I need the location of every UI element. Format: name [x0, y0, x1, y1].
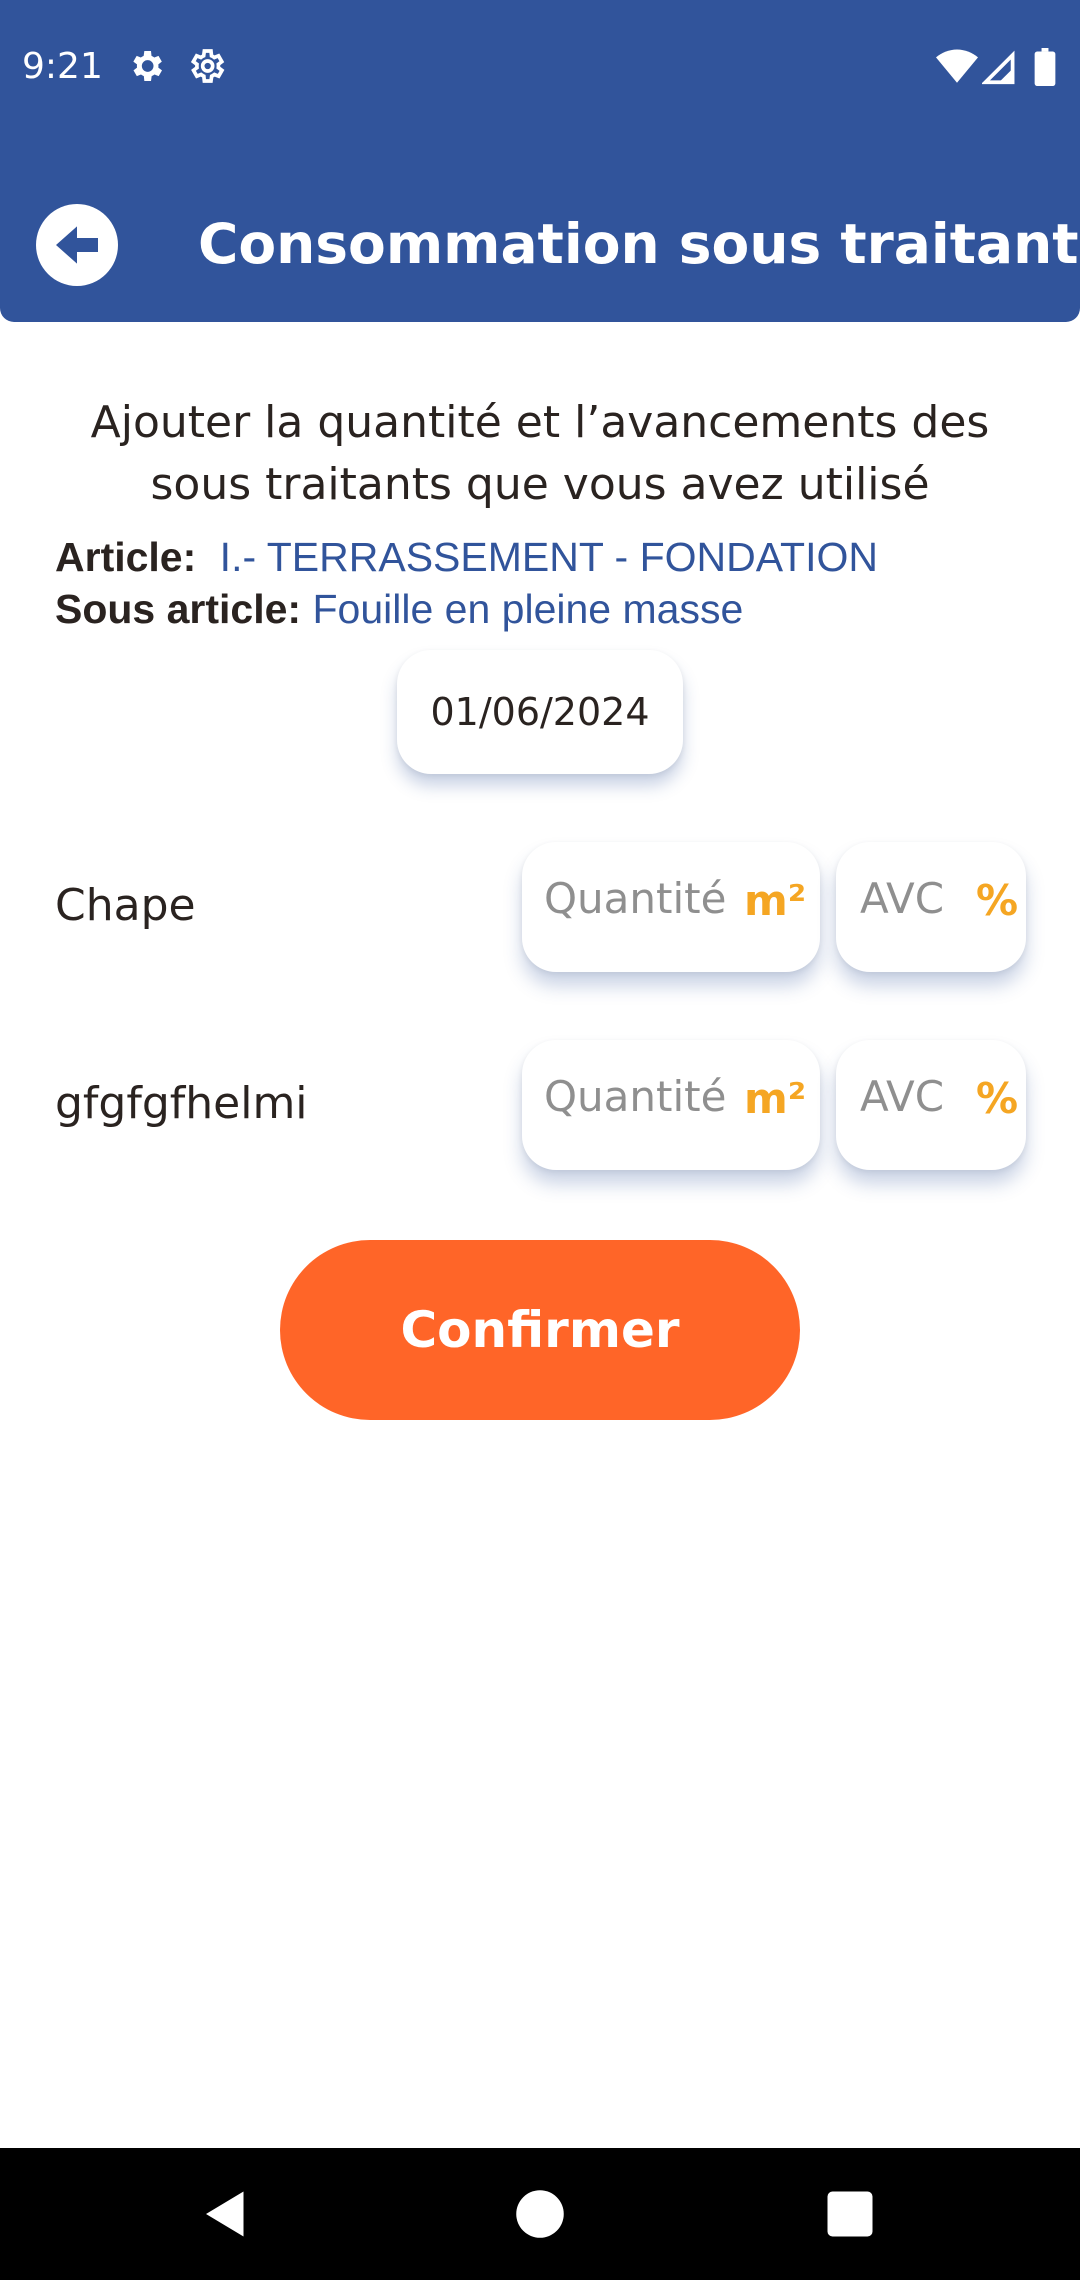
row-label-gfgfgfhelmi: gfgfgfhelmi — [55, 1078, 308, 1129]
arrow-left-icon — [56, 226, 98, 264]
confirm-button[interactable]: Confirmer — [280, 1240, 800, 1420]
avc-placeholder: AVC — [860, 1072, 945, 1121]
page-title: Consommation sous traitants — [198, 212, 1080, 276]
settings-gear-icon — [190, 49, 225, 83]
avc-placeholder: AVC — [860, 874, 945, 923]
sous-article-line: Sous article: Fouille en pleine masse — [55, 586, 743, 633]
sous-article-value: Fouille en pleine masse — [312, 586, 744, 632]
unit-percent-label: % — [976, 876, 1019, 925]
signal-icon — [982, 50, 1015, 85]
date-field[interactable]: 01/06/2024 — [397, 650, 683, 774]
quantity-placeholder: Quantité — [544, 1072, 727, 1121]
quantity-placeholder: Quantité — [544, 874, 727, 923]
back-triangle-icon[interactable] — [196, 2184, 256, 2244]
status-bar: 9:21 — [0, 0, 1080, 135]
back-button[interactable] — [36, 204, 118, 286]
system-nav-bar — [0, 2148, 1080, 2280]
avc-input-chape[interactable]: AVC % — [836, 842, 1026, 972]
status-time: 9:21 — [22, 46, 103, 87]
unit-m2-label: m² — [744, 876, 807, 925]
row-label-chape: Chape — [55, 880, 196, 931]
instructions-text: Ajouter la quantité et l’avancements des… — [90, 397, 990, 510]
home-circle-icon[interactable] — [510, 2184, 570, 2244]
unit-percent-label: % — [976, 1074, 1019, 1123]
article-line: Article: I.- TERRASSEMENT - FONDATION — [55, 534, 878, 581]
quantity-input-gfgfgfhelmi[interactable]: Quantité m² — [522, 1040, 820, 1170]
battery-icon — [1034, 48, 1056, 86]
sous-article-label: Sous article: — [55, 586, 302, 632]
article-value: I.- TERRASSEMENT - FONDATION — [219, 534, 878, 580]
app-header: 9:21 Consommation sous traitants — [0, 0, 1080, 322]
article-label: Article: — [55, 534, 197, 580]
wifi-icon — [936, 49, 978, 83]
unit-m2-label: m² — [744, 1074, 807, 1123]
quantity-input-chape[interactable]: Quantité m² — [522, 842, 820, 972]
avc-input-gfgfgfhelmi[interactable]: AVC % — [836, 1040, 1026, 1170]
gear-icon — [133, 51, 162, 81]
recents-square-icon[interactable] — [820, 2184, 880, 2244]
